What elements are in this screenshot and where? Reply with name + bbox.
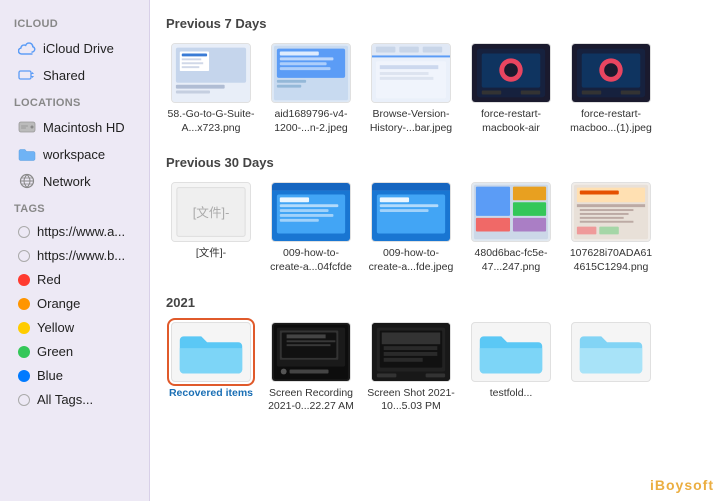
list-item[interactable]: Recovered items (166, 322, 256, 414)
file-name: 480d6bac-fc5e-47...247.png (467, 247, 555, 274)
sidebar-item-tag-blue[interactable]: Blue (4, 364, 145, 387)
shared-icon (18, 66, 36, 84)
list-item[interactable]: testfold... (466, 322, 556, 414)
file-name: Screen Recording 2021-0...22.27 AM (267, 387, 355, 414)
sidebar-label-tag-yellow: Yellow (37, 320, 74, 335)
sidebar-label-tag-green: Green (37, 344, 73, 359)
list-item[interactable]: 107628i70ADA61 4615C1294.png (566, 182, 656, 274)
file-name: force-restart-macboo...(1).jpeg (567, 108, 655, 135)
file-thumbnail (271, 43, 351, 103)
sidebar-item-tag-url1[interactable]: https://www.a... (4, 220, 145, 243)
file-name: Browse-Version-History-...bar.jpeg (367, 108, 455, 135)
list-item[interactable]: 58.-Go-to-G-Suite-A...x723.png (166, 43, 256, 135)
folder-icon (18, 145, 36, 163)
sidebar-item-network[interactable]: Network (4, 168, 145, 194)
sidebar-label-shared: Shared (43, 68, 85, 83)
sidebar-label-tag-url2: https://www.b... (37, 248, 125, 263)
file-thumbnail (371, 43, 451, 103)
sidebar-section-locations: Locations (0, 89, 149, 113)
file-grid-30days: [文件]- [文件]- 009-how-to-create- (166, 182, 706, 274)
tag-blue-icon (18, 370, 30, 382)
list-item[interactable]: force-restart-macboo...(1).jpeg (566, 43, 656, 135)
list-item[interactable]: aid1689796-v4-1200-...n-2.jpeg (266, 43, 356, 135)
file-thumbnail (571, 43, 651, 103)
hd-icon (18, 118, 36, 136)
sidebar-label-tag-blue: Blue (37, 368, 63, 383)
file-thumbnail (471, 43, 551, 103)
sidebar-item-tag-red[interactable]: Red (4, 268, 145, 291)
sidebar-item-shared[interactable]: Shared (4, 62, 145, 88)
sidebar-item-tag-yellow[interactable]: Yellow (4, 316, 145, 339)
file-thumbnail (171, 43, 251, 103)
sidebar-label-tag-url1: https://www.a... (37, 224, 125, 239)
file-thumbnail: [文件]- (171, 182, 251, 242)
sidebar-label-icloud-drive: iCloud Drive (43, 41, 114, 56)
section-title-30days: Previous 30 Days (166, 155, 706, 170)
file-thumbnail (471, 322, 551, 382)
file-name: 58.-Go-to-G-Suite-A...x723.png (167, 108, 255, 135)
list-item[interactable]: 009-how-to-create-a...fde.jpeg (366, 182, 456, 274)
file-thumbnail (371, 322, 451, 382)
sidebar-item-tag-green[interactable]: Green (4, 340, 145, 363)
file-name: testfold... (490, 387, 533, 401)
sidebar-label-macintosh-hd: Macintosh HD (43, 120, 125, 135)
tag-yellow-icon (18, 322, 30, 334)
sidebar-item-tag-all[interactable]: All Tags... (4, 388, 145, 411)
tag-orange-icon (18, 298, 30, 310)
file-name: 107628i70ADA61 4615C1294.png (567, 247, 655, 274)
sidebar-item-icloud-drive[interactable]: iCloud Drive (4, 35, 145, 61)
tag-none-icon (18, 226, 30, 238)
sidebar-section-tags: Tags (0, 195, 149, 219)
list-item[interactable]: 480d6bac-fc5e-47...247.png (466, 182, 556, 274)
sidebar-item-tag-orange[interactable]: Orange (4, 292, 145, 315)
file-name-recovered: Recovered items (169, 387, 253, 401)
file-thumbnail (371, 182, 451, 242)
file-name: 009-how-to-create-a...04fcfde (267, 247, 355, 274)
list-item[interactable] (566, 322, 656, 414)
network-icon (18, 172, 36, 190)
sidebar-label-tag-red: Red (37, 272, 61, 287)
file-grid-7days: 58.-Go-to-G-Suite-A...x723.png aid168979… (166, 43, 706, 135)
list-item[interactable]: force-restart-macbook-air (466, 43, 556, 135)
file-thumbnail-selected (171, 322, 251, 382)
file-thumbnail (571, 322, 651, 382)
file-thumbnail (471, 182, 551, 242)
file-name: 009-how-to-create-a...fde.jpeg (367, 247, 455, 274)
tag-all-icon (18, 394, 30, 406)
file-thumbnail (271, 322, 351, 382)
list-item[interactable]: 009-how-to-create-a...04fcfde (266, 182, 356, 274)
main-content: Previous 7 Days 58.-Go-to-G-Suite-A...x7… (150, 0, 722, 501)
list-item[interactable]: [文件]- [文件]- (166, 182, 256, 274)
sidebar-section-icloud: iCloud (0, 10, 149, 34)
tag-green-icon (18, 346, 30, 358)
section-title-7days: Previous 7 Days (166, 16, 706, 31)
sidebar-label-tag-all: All Tags... (37, 392, 93, 407)
sidebar-item-tag-url2[interactable]: https://www.b... (4, 244, 145, 267)
file-thumbnail (271, 182, 351, 242)
file-name: Screen Shot 2021-10...5.03 PM (367, 387, 455, 414)
sidebar-label-tag-orange: Orange (37, 296, 80, 311)
sidebar-label-workspace: workspace (43, 147, 105, 162)
list-item[interactable]: Screen Recording 2021-0...22.27 AM (266, 322, 356, 414)
list-item[interactable]: Browse-Version-History-...bar.jpeg (366, 43, 456, 135)
tag-red-icon (18, 274, 30, 286)
file-name: force-restart-macbook-air (467, 108, 555, 135)
sidebar: iCloud iCloud Drive Shared Locations (0, 0, 150, 501)
svg-text:[文件]-: [文件]- (193, 206, 230, 220)
file-thumbnail (571, 182, 651, 242)
cloud-icon (18, 39, 36, 57)
section-title-2021: 2021 (166, 295, 706, 310)
tag-none-icon-2 (18, 250, 30, 262)
sidebar-item-workspace[interactable]: workspace (4, 141, 145, 167)
file-grid-2021: Recovered items Screen Recording 2021-0.… (166, 322, 706, 414)
file-name: aid1689796-v4-1200-...n-2.jpeg (267, 108, 355, 135)
file-name: [文件]- (196, 247, 226, 261)
sidebar-item-macintosh-hd[interactable]: Macintosh HD (4, 114, 145, 140)
sidebar-label-network: Network (43, 174, 91, 189)
list-item[interactable]: Screen Shot 2021-10...5.03 PM (366, 322, 456, 414)
